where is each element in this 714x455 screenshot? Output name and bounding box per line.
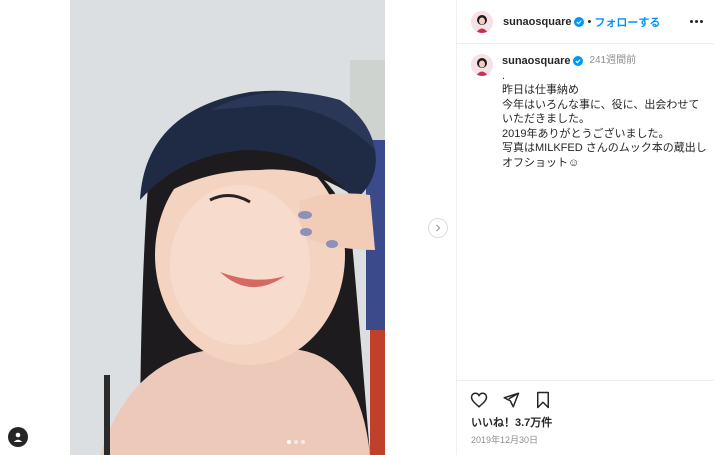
- caption-line: 写真はMILKFED さんのムック本の蔵出し: [502, 142, 707, 154]
- heart-icon[interactable]: [469, 390, 489, 410]
- separator: •: [587, 15, 592, 28]
- avatar[interactable]: [471, 10, 493, 33]
- caption-line: 2019年ありがとうございました。: [502, 127, 670, 140]
- verified-badge-icon: [573, 56, 584, 67]
- more-options-icon[interactable]: [690, 20, 703, 23]
- carousel-dots: [287, 440, 305, 444]
- caption-text: . 昨日は仕事納め 今年はいろんな事に、役に、出会わせて いただきました。 20…: [502, 69, 707, 171]
- caption: sunaosquare 241週間前 . 昨日は仕事納め 今年はいろんな事に、役…: [457, 44, 714, 170]
- avatar[interactable]: [471, 54, 493, 76]
- likes-count[interactable]: いいね！3.7万件: [457, 410, 714, 430]
- action-bar: いいね！3.7万件 2019年12月30日: [457, 380, 714, 446]
- carousel-dot: [287, 440, 291, 444]
- caption-line: 昨日は仕事納め: [502, 84, 579, 96]
- caption-line: いただきました。: [502, 113, 590, 125]
- caption-line: 今年はいろんな事に、役に、出会わせて: [502, 98, 700, 111]
- caption-line: .: [502, 69, 506, 82]
- share-icon[interactable]: [501, 390, 521, 410]
- username-link[interactable]: sunaosquare: [503, 16, 571, 28]
- post-sidebar: sunaosquare • フォローする sunaosquare 241週間前 …: [456, 0, 714, 455]
- post-header: sunaosquare • フォローする: [457, 0, 714, 44]
- next-arrow-icon[interactable]: [428, 218, 448, 238]
- carousel-dot: [301, 440, 305, 444]
- post-photo[interactable]: [70, 0, 385, 455]
- follow-button[interactable]: フォローする: [594, 14, 660, 30]
- media-area: [0, 0, 456, 455]
- user-tag-icon[interactable]: [8, 427, 28, 447]
- carousel-dot: [294, 440, 298, 444]
- caption-line: オフショット☺: [502, 156, 580, 169]
- post-date: 2019年12月30日: [471, 435, 539, 445]
- verified-badge-icon: [574, 16, 585, 27]
- post-time[interactable]: 241週間前: [589, 54, 636, 69]
- caption-username[interactable]: sunaosquare: [502, 54, 570, 69]
- bookmark-icon[interactable]: [533, 390, 553, 410]
